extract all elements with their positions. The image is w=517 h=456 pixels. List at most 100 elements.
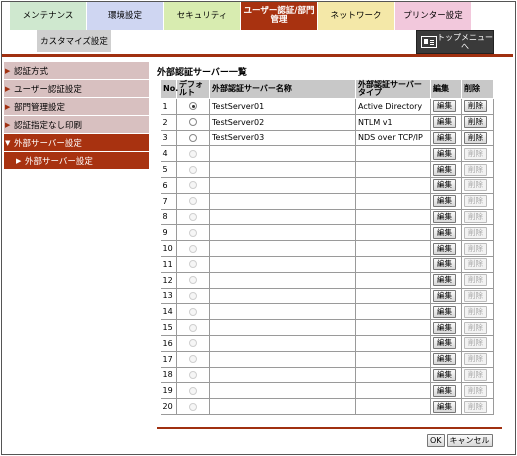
table-row: 16 編集 削除 — [160, 334, 494, 352]
server-type-cell — [355, 271, 431, 289]
col-server-name-header: 外部認証サーバー名称 — [209, 79, 356, 99]
default-cell — [176, 366, 210, 384]
edit-button[interactable]: 編集 — [433, 131, 456, 144]
server-type-cell — [355, 350, 431, 368]
row-number: 8 — [160, 208, 177, 226]
server-name-cell: TestServer01 — [209, 98, 356, 115]
edit-button[interactable]: 編集 — [433, 305, 456, 318]
default-cell — [176, 98, 210, 115]
table-row: 2 TestServer02 NTLM v1 編集 削除 — [160, 113, 494, 131]
server-name-cell — [209, 145, 356, 163]
delete-button[interactable]: 削除 — [464, 116, 487, 129]
tab-3[interactable]: ユーザー認証/部門 管理 — [241, 2, 318, 30]
sidebar-item-label: 認証方式 — [14, 66, 49, 77]
tab-5[interactable]: プリンター設定 — [395, 2, 472, 30]
row-number: 17 — [160, 350, 177, 368]
server-name-cell — [209, 161, 356, 178]
row-number: 14 — [160, 303, 177, 321]
sidebar-item-3[interactable]: ▶ 認証指定なし印刷 — [4, 116, 149, 133]
sidebar-item-5[interactable]: ▶ 外部サーバー設定 — [4, 152, 149, 169]
main-tabs: メンテナンス 環境設定 セキュリティ ユーザー認証/部門 管理 ネットワーク プリンター設… — [10, 2, 472, 30]
edit-button[interactable]: 編集 — [433, 337, 456, 350]
edit-cell: 編集 — [430, 224, 462, 242]
sidebar-item-label: 外部サーバー設定 — [14, 138, 82, 149]
row-number: 1 — [160, 98, 177, 115]
delete-button[interactable]: 削除 — [464, 131, 487, 144]
server-name-cell — [209, 271, 356, 289]
table-row: 10 編集 削除 — [160, 240, 494, 257]
sidebar-item-0[interactable]: ▶ 認証方式 — [4, 62, 149, 79]
edit-button[interactable]: 編集 — [433, 384, 456, 397]
default-cell — [176, 350, 210, 368]
edit-button[interactable]: 編集 — [433, 163, 456, 176]
default-radio — [189, 181, 197, 190]
sidebar-item-1[interactable]: ▶ ユーザー認証設定 — [4, 80, 149, 97]
edit-cell: 編集 — [430, 161, 462, 178]
edit-cell: 編集 — [430, 255, 462, 273]
edit-button[interactable]: 編集 — [433, 179, 456, 192]
triangle-right-icon: ▶ — [5, 102, 11, 111]
default-radio[interactable] — [189, 102, 197, 111]
table-row: 12 編集 削除 — [160, 271, 494, 289]
row-number: 16 — [160, 334, 177, 352]
edit-button[interactable]: 編集 — [433, 400, 456, 413]
tab-2[interactable]: セキュリティ — [164, 2, 241, 30]
edit-cell: 編集 — [430, 366, 462, 384]
cancel-button[interactable]: キャンセル — [446, 434, 493, 447]
server-type-cell — [355, 161, 431, 178]
server-type-cell — [355, 303, 431, 321]
server-name-cell — [209, 255, 356, 273]
edit-button[interactable]: 編集 — [433, 274, 456, 287]
ok-button[interactable]: OK — [427, 434, 445, 447]
top-menu-button[interactable]: トップメニュー へ — [416, 30, 494, 54]
tab-1[interactable]: 環境設定 — [87, 2, 164, 30]
default-radio[interactable] — [189, 133, 197, 142]
delete-cell: 削除 — [461, 271, 494, 289]
default-radio — [189, 307, 197, 316]
edit-button[interactable]: 編集 — [433, 210, 456, 223]
row-number: 13 — [160, 287, 177, 305]
edit-button[interactable]: 編集 — [433, 258, 456, 271]
sidebar-item-2[interactable]: ▶ 部門管理設定 — [4, 98, 149, 115]
delete-cell: 削除 — [461, 350, 494, 368]
delete-cell: 削除 — [461, 240, 494, 257]
col-no-header: No. — [160, 79, 178, 99]
server-name-cell — [209, 398, 356, 415]
tab-4[interactable]: ネットワーク — [318, 2, 395, 30]
delete-cell: 削除 — [461, 145, 494, 163]
server-type-cell — [355, 192, 431, 210]
delete-cell: 削除 — [461, 224, 494, 242]
edit-button[interactable]: 編集 — [433, 100, 456, 113]
sidebar-item-4[interactable]: ▼ 外部サーバー設定 — [4, 134, 149, 151]
row-number: 6 — [160, 176, 177, 194]
edit-button[interactable]: 編集 — [433, 321, 456, 334]
default-cell — [176, 334, 210, 352]
edit-button[interactable]: 編集 — [433, 147, 456, 160]
edit-button[interactable]: 編集 — [433, 353, 456, 366]
table-row: 14 編集 削除 — [160, 303, 494, 321]
edit-button[interactable]: 編集 — [433, 242, 456, 255]
edit-button[interactable]: 編集 — [433, 195, 456, 208]
delete-button: 削除 — [464, 242, 487, 255]
delete-button[interactable]: 削除 — [464, 100, 487, 113]
tab-0[interactable]: メンテナンス — [10, 2, 87, 30]
table-body: 1 TestServer01 Active Directory 編集 削除 2 TestSe… — [160, 98, 494, 415]
default-cell — [176, 224, 210, 242]
default-radio[interactable] — [189, 118, 197, 127]
edit-button[interactable]: 編集 — [433, 368, 456, 381]
server-type-cell: NDS over TCP/IP — [355, 129, 431, 147]
edit-button[interactable]: 編集 — [433, 226, 456, 239]
default-cell — [176, 208, 210, 226]
server-name-cell — [209, 192, 356, 210]
server-name-cell — [209, 176, 356, 194]
triangle-right-icon: ▶ — [5, 84, 11, 93]
sidebar-item-label: 部門管理設定 — [14, 102, 66, 113]
edit-button[interactable]: 編集 — [433, 116, 456, 129]
footer-divider — [157, 427, 502, 429]
edit-button[interactable]: 編集 — [433, 289, 456, 302]
tab-customize-settings[interactable]: カスタマイズ設定 — [37, 30, 111, 52]
default-radio — [189, 402, 197, 411]
table-header-row: No. デフォ ルト 外部認証サーバー名称 外部認証サーバー タイプ 編集 削除 — [160, 79, 494, 99]
default-radio — [189, 212, 197, 221]
delete-button: 削除 — [464, 305, 487, 318]
